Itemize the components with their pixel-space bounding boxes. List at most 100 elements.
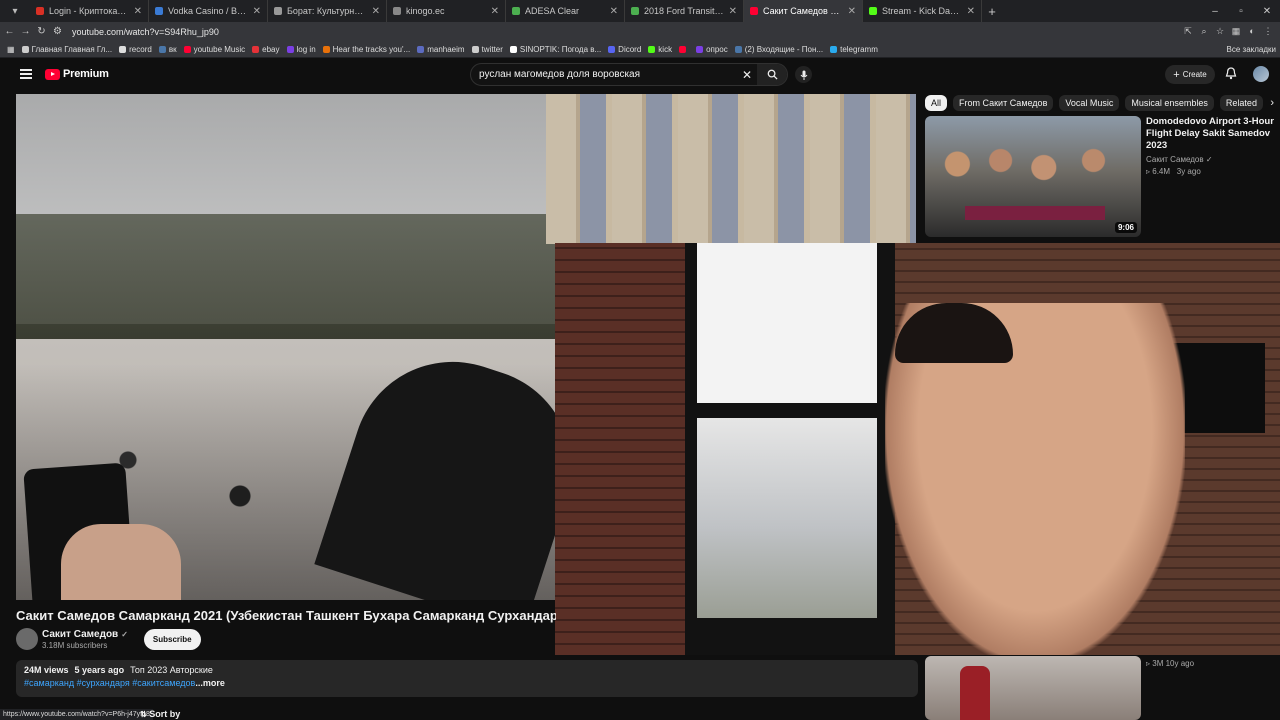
microphone-icon[interactable] bbox=[795, 66, 812, 83]
tab-close-icon[interactable]: ✕ bbox=[134, 6, 142, 17]
tab-close-icon[interactable]: ✕ bbox=[491, 6, 499, 17]
webcam-overlay bbox=[555, 243, 1280, 655]
recommended-video[interactable]: 9:06 Domodedovo Airport 3-Hour Flight De… bbox=[925, 116, 1280, 238]
account-avatar[interactable] bbox=[1253, 66, 1269, 82]
recommended-thumbnail[interactable]: 9:06 bbox=[925, 116, 1141, 237]
sort-icon: ⇅ bbox=[140, 710, 147, 719]
reload-icon[interactable]: ↻ bbox=[35, 26, 48, 37]
new-tab-button[interactable]: + bbox=[982, 4, 1002, 19]
maximize-icon[interactable]: ▫ bbox=[1228, 6, 1254, 17]
minimize-icon[interactable]: – bbox=[1202, 6, 1228, 17]
site-settings-icon[interactable]: ⚙ bbox=[51, 26, 64, 37]
bookmark-favicon-icon bbox=[21, 45, 29, 53]
recommended-channel[interactable]: Сакит Самедов bbox=[1146, 155, 1204, 164]
bookmark-favicon-icon bbox=[286, 45, 294, 53]
youtube-premium-logo[interactable]: Premium bbox=[45, 68, 109, 80]
verified-check-icon: ✓ bbox=[121, 629, 128, 639]
open-in-app-icon[interactable]: ⇱ bbox=[1180, 26, 1196, 37]
browser-menu-icon[interactable]: ⋮ bbox=[1260, 26, 1276, 37]
bookmark-favicon-icon bbox=[696, 45, 704, 53]
filter-chip[interactable]: From Сакит Самедов bbox=[953, 95, 1054, 111]
tab-close-icon[interactable]: ✕ bbox=[372, 6, 380, 17]
bookmarks-bar: ▦ Главная Главная Гл... record вк youtube M… bbox=[0, 41, 1280, 58]
bookmark-star-icon[interactable]: ☆ bbox=[1212, 26, 1228, 37]
youtube-play-icon bbox=[45, 68, 60, 80]
recommended-video-2[interactable]: ▹ 3M 10y ago bbox=[925, 656, 1280, 720]
filter-chip[interactable]: All bbox=[925, 95, 948, 111]
bookmark-label: Dicord bbox=[618, 44, 642, 54]
video-duration: 9:06 bbox=[1114, 222, 1137, 233]
close-icon[interactable]: ✕ bbox=[737, 68, 757, 82]
sort-by-button[interactable]: ⇅ Sort by bbox=[140, 709, 180, 719]
bell-icon[interactable] bbox=[1225, 67, 1237, 85]
browser-tab[interactable]: 2018 Ford Transit-250 Base w/H ✕ bbox=[625, 0, 744, 22]
bookmark-item[interactable]: Главная Главная Гл... bbox=[21, 45, 112, 54]
bookmark-item[interactable]: telegramm bbox=[830, 45, 878, 54]
bookmark-item[interactable]: kick bbox=[648, 45, 672, 54]
profile-icon[interactable]: ◐ bbox=[1244, 26, 1260, 37]
apps-grid-icon[interactable]: ▦ bbox=[7, 45, 15, 54]
channel-row: Сакит Самедов ✓ 3.18M subscribers Subscr… bbox=[16, 628, 201, 650]
filter-chip[interactable]: Musical ensembles bbox=[1125, 95, 1214, 111]
recommended-views: 6.4M bbox=[1152, 167, 1171, 176]
tab-favicon-icon bbox=[869, 7, 877, 15]
bookmark-item[interactable]: ebay bbox=[252, 45, 280, 54]
browser-tab[interactable]: kinogo.ec ✕ bbox=[387, 0, 506, 22]
tab-close-icon[interactable]: ✕ bbox=[610, 6, 618, 17]
bookmark-item[interactable]: youtube Music bbox=[183, 44, 246, 54]
bookmark-label: youtube Music bbox=[193, 44, 246, 54]
bookmark-item[interactable]: Dicord bbox=[608, 45, 641, 54]
more-button[interactable]: ...more bbox=[195, 678, 225, 688]
view-count: 24M views bbox=[24, 665, 69, 675]
browser-tab[interactable]: Stream - Kick Dashboard ✕ bbox=[863, 0, 982, 22]
filter-chip[interactable]: Vocal Music bbox=[1059, 95, 1120, 111]
chevron-right-icon[interactable]: › bbox=[1270, 97, 1274, 109]
close-window-icon[interactable]: ✕ bbox=[1254, 6, 1280, 17]
zoom-icon[interactable]: ⌕ bbox=[1196, 26, 1212, 37]
all-bookmarks[interactable]: Все закладки bbox=[1227, 45, 1276, 54]
browser-tab[interactable]: Борат: Культурные Исследова ✕ bbox=[268, 0, 387, 22]
hamburger-menu-icon[interactable] bbox=[20, 69, 32, 79]
bookmark-item[interactable]: (2) Входящие - Пон... bbox=[734, 45, 823, 54]
bookmark-item[interactable]: twitter bbox=[471, 44, 503, 54]
video-description[interactable]: 24M views 5 years ago Топ 2023 Авторские #… bbox=[16, 660, 918, 697]
bookmark-item[interactable]: log in bbox=[286, 45, 316, 54]
search-input[interactable]: руслан магомедов доля воровская bbox=[471, 69, 737, 80]
tab-search-icon[interactable]: ▾ bbox=[0, 0, 30, 22]
forward-icon[interactable]: → bbox=[19, 26, 32, 37]
channel-name-row[interactable]: Сакит Самедов ✓ bbox=[42, 629, 128, 640]
filter-chip[interactable]: Related bbox=[1219, 95, 1263, 111]
channel-avatar[interactable] bbox=[16, 628, 38, 650]
subscribe-button[interactable]: Subscribe bbox=[143, 628, 201, 650]
recommended-title[interactable]: Domodedovo Airport 3-Hour Flight Delay S… bbox=[1146, 116, 1276, 152]
browser-tab[interactable]: ADESA Clear ✕ bbox=[506, 0, 625, 22]
bookmark-item[interactable] bbox=[679, 45, 689, 54]
recommended-thumbnail-2[interactable] bbox=[925, 656, 1141, 720]
tab-label: Борат: Культурные Исследова bbox=[287, 6, 368, 16]
browser-tab[interactable]: Login - Криптоказино онлайн ✕ bbox=[30, 0, 149, 22]
tab-close-icon[interactable]: ✕ bbox=[967, 6, 975, 17]
extensions-icon[interactable]: ▦ bbox=[1228, 26, 1244, 37]
browser-tab[interactable]: Сакит Самедов Самарканд 20 ✕ bbox=[744, 0, 863, 22]
search-button[interactable] bbox=[757, 64, 787, 85]
tab-close-icon[interactable]: ✕ bbox=[729, 6, 737, 17]
back-icon[interactable]: ← bbox=[3, 26, 16, 37]
bookmark-label: twitter bbox=[481, 44, 503, 54]
bookmark-item[interactable]: опрос bbox=[696, 45, 728, 54]
bookmark-item[interactable]: SINOPTIK: Погода в... bbox=[509, 45, 601, 54]
hashtags[interactable]: #самарканд #сурхандаря #сакитсамедов bbox=[24, 678, 195, 688]
webcam-window-glass-top bbox=[697, 243, 877, 403]
bookmark-item[interactable]: manhaeim bbox=[417, 45, 465, 54]
thumbnail-keyboard bbox=[965, 206, 1105, 220]
url-field[interactable]: youtube.com/watch?v=S94Rhu_jp90 bbox=[72, 27, 219, 37]
tab-close-icon[interactable]: ✕ bbox=[848, 6, 856, 17]
bookmark-item[interactable]: вк bbox=[158, 45, 177, 54]
browser-tab[interactable]: Vodka Casino / Водка Казино ✕ bbox=[149, 0, 268, 22]
channel-name[interactable]: Сакит Самедов bbox=[42, 629, 118, 640]
bookmark-item[interactable]: record bbox=[119, 45, 152, 54]
tab-favicon-icon bbox=[750, 7, 758, 15]
tab-close-icon[interactable]: ✕ bbox=[253, 6, 261, 17]
create-button[interactable]: + Create bbox=[1165, 65, 1215, 84]
search-box[interactable]: руслан магомедов доля воровская ✕ bbox=[470, 63, 788, 86]
bookmark-item[interactable]: Hear the tracks you'... bbox=[322, 45, 410, 54]
